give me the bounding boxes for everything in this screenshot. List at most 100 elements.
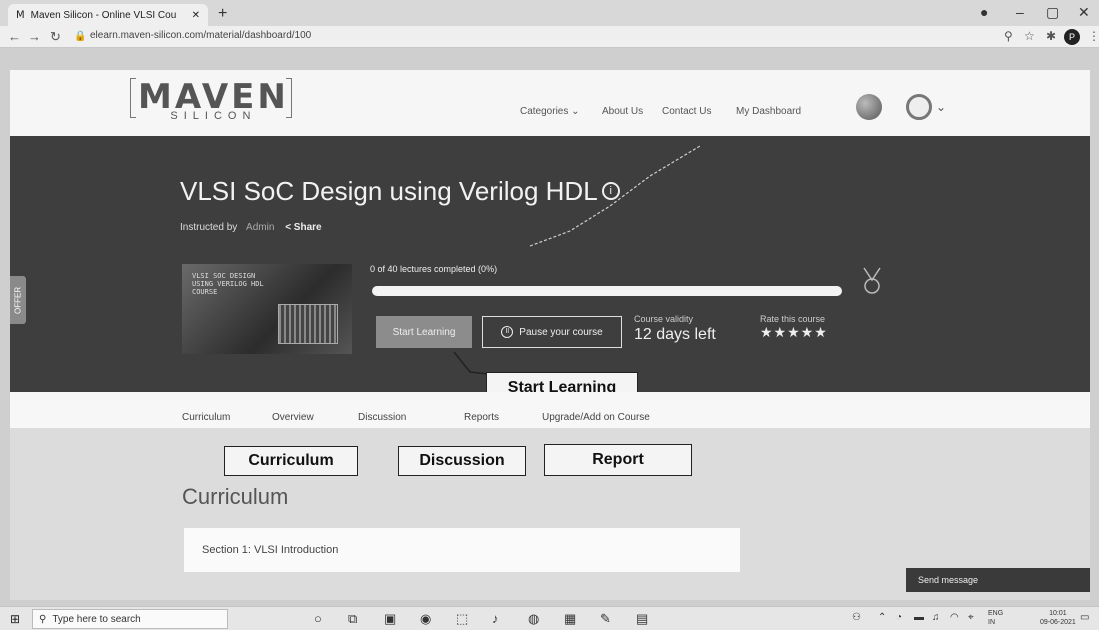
back-icon[interactable]: ← — [8, 29, 21, 44]
profile-avatar[interactable]: P — [1064, 29, 1080, 45]
taskbar-clock[interactable]: 10:01 09-06-2021 — [1040, 609, 1076, 627]
tab-curriculum[interactable]: Curriculum — [182, 412, 230, 423]
app-icon-2[interactable]: ⬚ — [456, 611, 468, 627]
course-banner: VLSI SoC Design using Verilog HDL i Instr… — [10, 136, 1090, 392]
rating-stars[interactable]: ★★★★★ — [760, 324, 828, 341]
extensions-icon[interactable]: ✱ — [1046, 29, 1056, 43]
clock-date: 09-06-2021 — [1040, 619, 1076, 626]
cortana-icon[interactable]: ○ — [314, 611, 322, 626]
instructed-by-label: Instructed by — [180, 222, 238, 233]
course-tabs: Curriculum Overview Discussion Reports U… — [10, 392, 1090, 428]
app-icon-4[interactable]: ◍ — [528, 611, 539, 627]
volume-icon[interactable]: ♫ — [932, 612, 940, 623]
taskbar-search-placeholder: Type here to search — [52, 613, 141, 625]
app-icon-6[interactable]: ✎ — [600, 611, 611, 627]
info-icon[interactable]: i — [601, 182, 620, 200]
notification-icon[interactable] — [856, 94, 882, 120]
chevron-down-icon[interactable]: ⌄ — [936, 100, 946, 114]
app-icon-7[interactable]: ▤ — [636, 611, 648, 627]
offer-tab[interactable]: OFFER — [10, 276, 26, 324]
windows-taskbar: ⊞ ⚲ Type here to search ○ ⧉ ▣ ◉ ⬚ ♪ ◍ ▦ … — [0, 606, 1099, 630]
nav-categories[interactable]: Categories ⌄ — [520, 106, 580, 117]
rate-label: Rate this course — [760, 314, 826, 324]
user-avatar-icon[interactable] — [906, 94, 932, 120]
share-button[interactable]: < Share — [285, 222, 321, 233]
address-bar: ← → ↻ 🔒 elearn.maven-silicon.com/materia… — [0, 26, 1099, 48]
tab-overview[interactable]: Overview — [272, 412, 314, 423]
pause-course-button[interactable]: II Pause your course — [482, 316, 622, 348]
instructor-link[interactable]: Admin — [246, 222, 274, 233]
tab-upgrade-addon[interactable]: Upgrade/Add on Course — [542, 412, 650, 423]
progress-label: 0 of 40 lectures completed (0%) — [370, 264, 498, 274]
chrome-icon[interactable]: ◉ — [420, 611, 431, 627]
menu-kebab-icon[interactable]: ⋮ — [1088, 29, 1099, 43]
url-field[interactable]: elearn.maven-silicon.com/material/dashbo… — [90, 30, 311, 41]
maximize-icon[interactable]: ▢ — [1046, 4, 1059, 21]
rate-course: Rate this course ★★★★★ — [760, 314, 828, 341]
profile-circle-icon[interactable]: ● — [980, 4, 988, 20]
forward-icon[interactable]: → — [28, 29, 41, 44]
chip-image — [278, 304, 338, 344]
close-window-icon[interactable]: ✕ — [1078, 4, 1090, 21]
browser-tab-title: Maven Silicon - Online VLSI Cou — [30, 9, 177, 21]
browser-tab-strip: Ⅿ Maven Silicon - Online VLSI Cou ✕ + ● … — [0, 0, 1099, 26]
people-icon[interactable]: ⚇ — [852, 612, 861, 623]
maven-logo[interactable]: MAVEN SILICON — [138, 80, 289, 122]
banner-decoration — [529, 145, 701, 247]
validity-label: Course validity — [634, 314, 694, 324]
progress-bar — [372, 286, 842, 296]
clock-time: 10:01 — [1049, 610, 1067, 617]
bookmark-star-icon[interactable]: ☆ — [1024, 29, 1035, 43]
curriculum-heading: Curriculum — [182, 484, 289, 509]
callout-discussion: Discussion — [398, 446, 526, 476]
course-title: VLSI SoC Design using Verilog HDL i — [180, 176, 620, 207]
wifi-icon[interactable]: ◠ — [950, 612, 959, 623]
nav-about-us[interactable]: About Us — [602, 106, 643, 117]
new-tab-button[interactable]: + — [218, 5, 227, 23]
task-view-icon[interactable]: ⧉ — [348, 611, 357, 627]
callout-curriculum: Curriculum — [224, 446, 358, 476]
language-indicator[interactable]: ENG IN — [988, 609, 1003, 627]
course-validity: Course validity 12 days left — [634, 314, 716, 344]
reload-icon[interactable]: ↻ — [50, 29, 61, 45]
nav-my-dashboard[interactable]: My Dashboard — [736, 106, 801, 117]
logo-bracket-left — [130, 78, 136, 118]
callout-report: Report — [544, 444, 692, 476]
thumbnail-text: VLSI SOC DESIGN USING VERILOG HDL COURSE — [192, 272, 264, 296]
location-icon[interactable]: ⌖ — [968, 612, 974, 623]
lang-line-1: ENG — [988, 610, 1004, 617]
tab-discussion[interactable]: Discussion — [358, 412, 406, 423]
site-favicon-icon: Ⅿ — [16, 9, 25, 21]
logo-text: MAVEN — [138, 77, 289, 117]
course-title-text: VLSI SoC Design using Verilog HDL — [180, 176, 598, 206]
lang-line-2: IN — [988, 619, 995, 626]
validity-value: 12 days left — [634, 326, 716, 343]
battery-icon[interactable]: ▬ — [914, 612, 924, 623]
close-tab-icon[interactable]: ✕ — [192, 10, 200, 21]
start-learning-button[interactable]: Start Learning — [376, 316, 472, 348]
section-item[interactable]: Section 1: VLSI Introduction — [184, 528, 740, 572]
app-icon-1[interactable]: ▣ — [384, 611, 396, 627]
network-icon[interactable]: ◔ — [896, 612, 902, 623]
windows-start-icon[interactable]: ⊞ — [10, 612, 20, 626]
pause-course-label: Pause your course — [519, 326, 603, 338]
pause-icon: II — [501, 326, 514, 338]
instructor-line: Instructed by Admin < Share — [180, 222, 322, 233]
send-message-button[interactable]: Send message — [906, 568, 1090, 592]
course-thumbnail: VLSI SOC DESIGN USING VERILOG HDL COURSE — [182, 264, 352, 354]
lock-icon: 🔒 — [74, 31, 87, 42]
app-icon-5[interactable]: ▦ — [564, 611, 576, 627]
zoom-icon[interactable]: ⚲ — [1004, 29, 1013, 43]
browser-tab[interactable]: Ⅿ Maven Silicon - Online VLSI Cou ✕ — [8, 4, 208, 26]
minimize-icon[interactable]: – — [1016, 4, 1024, 20]
medal-icon — [863, 267, 881, 294]
tray-chevron-icon[interactable]: ⌃ — [878, 612, 886, 623]
logo-bracket-right — [286, 78, 292, 118]
notifications-icon[interactable]: ▭ — [1080, 612, 1089, 623]
site-header: MAVEN SILICON Categories ⌄ About Us Cont… — [10, 70, 1090, 136]
nav-contact-us[interactable]: Contact Us — [662, 106, 711, 117]
tab-reports[interactable]: Reports — [464, 412, 499, 423]
search-icon: ⚲ — [39, 613, 47, 625]
app-icon-3[interactable]: ♪ — [492, 611, 499, 626]
taskbar-search[interactable]: ⚲ Type here to search — [32, 609, 228, 629]
